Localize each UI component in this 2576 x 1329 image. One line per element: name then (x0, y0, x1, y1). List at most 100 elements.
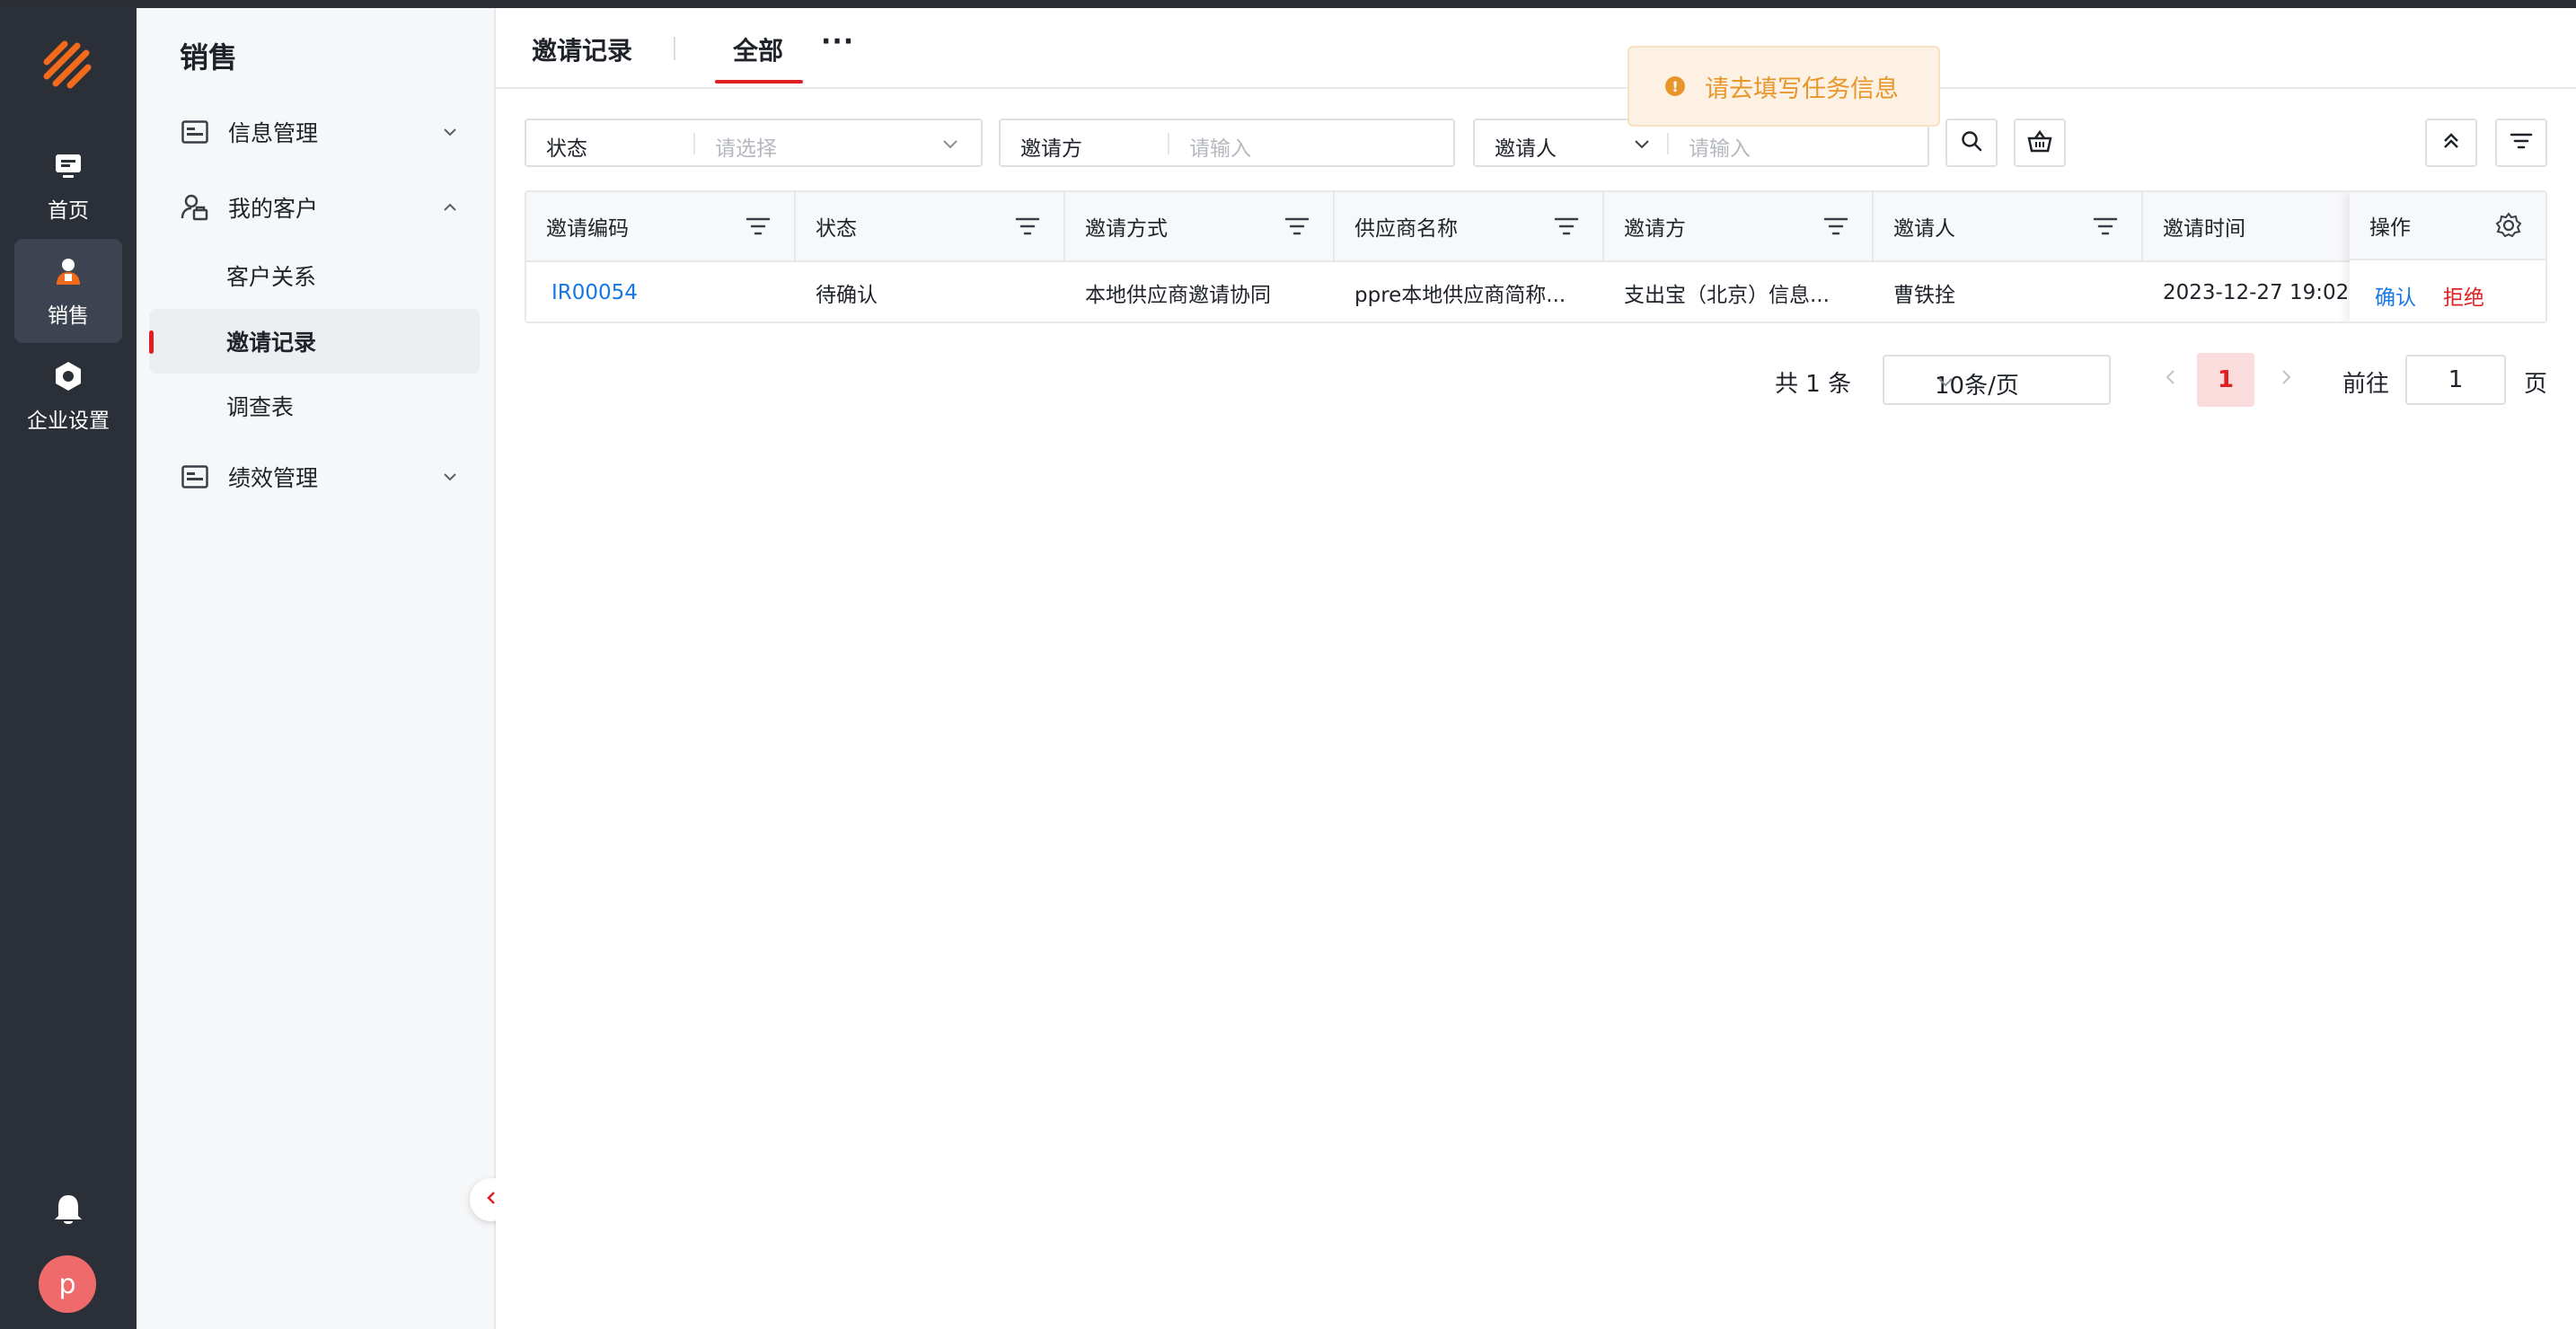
filter-divider (1667, 133, 1669, 154)
column-filter-icon[interactable] (1823, 216, 1848, 237)
warning-toast: ! 请去填写任务信息 (1628, 46, 1940, 127)
more-tabs-button[interactable]: ··· (821, 26, 854, 57)
rail-item-label: 企业设置 (27, 409, 110, 433)
sidebar-item-survey[interactable]: 调查表 (149, 374, 480, 438)
chevron-down-icon (940, 133, 961, 154)
toast-message: 请去填写任务信息 (1705, 75, 1899, 103)
rail-item-sales[interactable]: 销售 (14, 239, 122, 343)
sidebar-item-customer-relations[interactable]: 客户关系 (149, 243, 480, 308)
chevron-down-icon (440, 121, 460, 141)
goto-label: 前往 (2342, 371, 2390, 398)
column-header-invite-method: 邀请方式 (1065, 192, 1335, 260)
tab-bar: 邀请记录 全部 ··· (496, 8, 2576, 89)
hexagon-settings-icon (50, 358, 86, 394)
brand-logo-icon[interactable] (34, 31, 101, 98)
window-top-bar (0, 0, 2576, 8)
invite-method-cell: 本地供应商邀请协同 (1085, 284, 1271, 307)
gear-icon[interactable] (2495, 212, 2522, 244)
next-page-button[interactable] (2274, 365, 2298, 389)
confirm-button[interactable]: 确认 (2375, 280, 2416, 311)
collapse-filters-button[interactable] (2425, 119, 2477, 167)
supplier-name-cell: ppre本地供应商简称... (1354, 284, 1566, 307)
column-title: 状态 (816, 217, 857, 241)
column-header-inviter: 邀请人 (1874, 192, 2143, 260)
pagination-total: 共 1 条 (1775, 371, 1852, 398)
chevron-down-icon (440, 466, 460, 486)
sidebar-group-label: 绩效管理 (228, 465, 319, 491)
sidebar-item-label: 调查表 (226, 394, 295, 420)
column-header-invite-code: 邀请编码 (526, 192, 796, 260)
filter-lines-icon (2510, 131, 2533, 154)
column-filter-icon[interactable] (2093, 216, 2118, 237)
double-chevron-up-icon (2440, 130, 2462, 155)
filter-field-select[interactable]: 邀请人 (1495, 131, 1557, 162)
sidebar-group-label: 我的客户 (228, 196, 319, 222)
page-number-current[interactable]: 1 (2197, 353, 2254, 407)
column-title: 邀请方 (1624, 217, 1686, 241)
list-card-icon (180, 462, 210, 492)
inviter-party-cell: 支出宝（北京）信息... (1624, 284, 1830, 307)
invite-code-link[interactable]: IR00054 (532, 262, 796, 321)
advanced-filter-button[interactable] (2495, 119, 2547, 167)
column-header-status: 状态 (796, 192, 1065, 260)
filter-label: 状态 (546, 137, 587, 161)
inviter-party-filter[interactable]: 邀请方 请输入 (999, 119, 1455, 167)
filter-divider (693, 133, 695, 154)
sidebar-item-label: 邀请记录 (226, 330, 317, 356)
sidebar-item-label: 客户关系 (226, 264, 317, 290)
bell-icon[interactable] (50, 1192, 86, 1228)
sidebar-group-performance-management[interactable]: 绩效管理 (180, 457, 467, 497)
column-title: 邀请时间 (2163, 217, 2245, 241)
secondary-sidebar: 销售 信息管理 我的客户 客户关系 邀请记录 调查表 绩效管理 (137, 8, 496, 1329)
rail-item-home[interactable]: 首页 (14, 134, 122, 238)
column-title: 供应商名称 (1354, 217, 1458, 241)
main-content: 邀请记录 全部 ··· ! 请去填写任务信息 状态 请选择 邀请方 请输入 邀请… (496, 8, 2576, 1329)
invitation-table: 邀请编码 状态 邀请方式 供应商名称 邀请方 邀请人 邀请时间 IR00054 … (525, 190, 2547, 323)
column-header-supplier-name: 供应商名称 (1335, 192, 1604, 260)
sidebar-group-my-customers[interactable]: 我的客户 (180, 188, 467, 227)
warning-icon: ! (1665, 76, 1685, 96)
rail-item-label: 首页 (48, 199, 89, 223)
actions-column: 操作 确认 拒绝 (2350, 192, 2545, 321)
filter-label: 邀请方 (1020, 137, 1082, 161)
page-size-select[interactable]: 10条/页 (1883, 355, 2111, 405)
clear-basket-icon (2026, 129, 2053, 156)
column-filter-icon[interactable] (745, 216, 771, 237)
tab-all[interactable]: 全部 (733, 31, 783, 67)
inviter-party-input-placeholder: 请输入 (1189, 137, 1251, 161)
reset-button[interactable] (2014, 119, 2066, 167)
status-cell: 待确认 (816, 284, 878, 307)
column-filter-icon[interactable] (1284, 216, 1310, 237)
column-header-actions: 操作 (2350, 192, 2545, 260)
sidebar-item-invitation-records[interactable]: 邀请记录 (149, 309, 480, 374)
sidebar-title: 销售 (180, 40, 238, 75)
sidebar-group-info-management[interactable]: 信息管理 (180, 112, 467, 152)
inviter-input-placeholder: 请输入 (1689, 137, 1751, 161)
reject-button[interactable]: 拒绝 (2443, 280, 2484, 311)
tab-divider (674, 37, 675, 60)
column-title: 邀请人 (1893, 217, 1955, 241)
status-filter[interactable]: 状态 请选择 (525, 119, 983, 167)
chevron-up-icon (440, 197, 460, 216)
rail-item-enterprise-settings[interactable]: 企业设置 (14, 344, 122, 448)
inviter-cell: 曹铁拴 (1893, 284, 1955, 307)
table-header: 邀请编码 状态 邀请方式 供应商名称 邀请方 邀请人 邀请时间 (526, 192, 2545, 262)
invite-time-cell: 2023-12-27 19:02:5 (2163, 281, 2350, 304)
prev-page-button[interactable] (2159, 365, 2183, 389)
monitor-icon (50, 148, 86, 184)
filter-divider (1168, 133, 1169, 154)
customer-icon (180, 192, 210, 223)
column-title: 操作 (2369, 216, 2411, 240)
rail-item-label: 销售 (48, 304, 89, 328)
search-icon (1960, 129, 1983, 156)
column-title: 邀请方式 (1085, 217, 1168, 241)
sidebar-group-label: 信息管理 (228, 120, 319, 146)
page-suffix-label: 页 (2524, 371, 2548, 398)
column-filter-icon[interactable] (1015, 216, 1040, 237)
chevron-down-icon (1631, 133, 1653, 154)
column-filter-icon[interactable] (1554, 216, 1579, 237)
column-title: 邀请编码 (546, 217, 629, 241)
avatar[interactable]: p (39, 1255, 96, 1313)
search-button[interactable] (1945, 119, 1998, 167)
goto-page-input[interactable]: 1 (2405, 355, 2506, 405)
